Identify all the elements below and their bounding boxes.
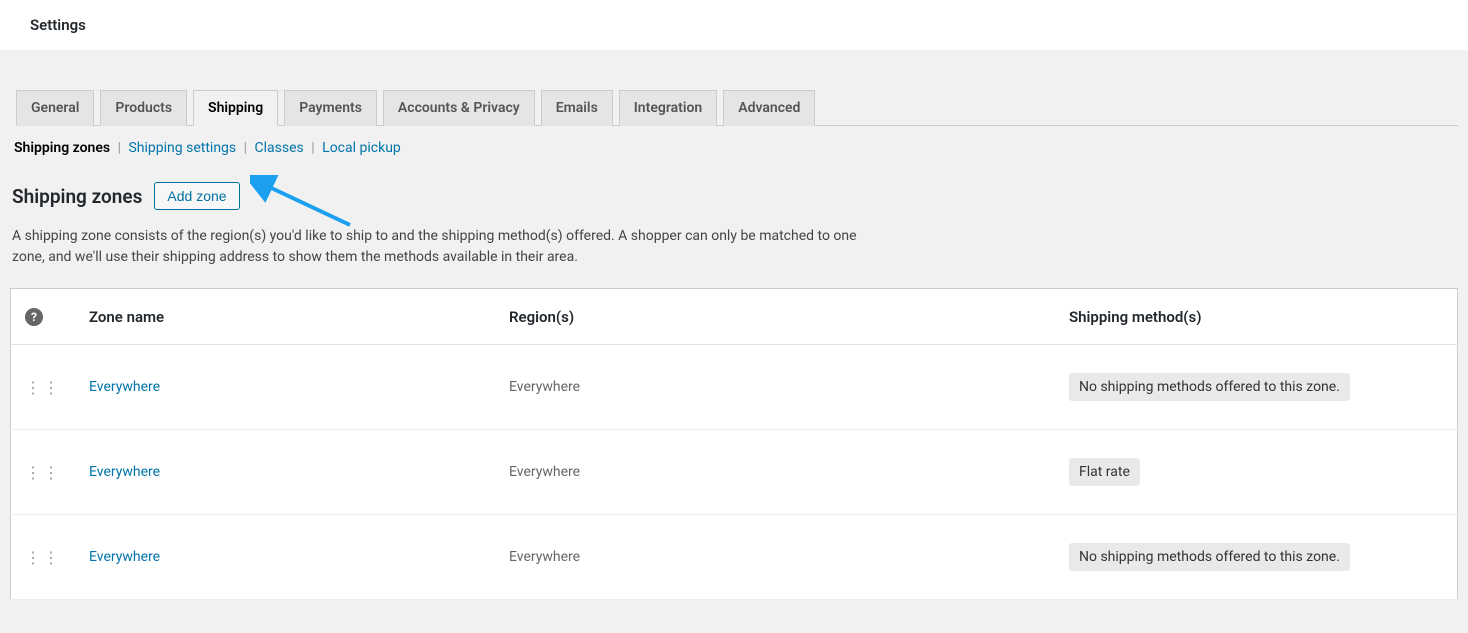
drag-handle-icon[interactable]: ⋮⋮ (25, 548, 61, 567)
heading-row: Shipping zones Add zone (10, 170, 1458, 218)
zone-region: Everywhere (495, 515, 1055, 600)
table-row: ⋮⋮ Everywhere Everywhere No shipping met… (11, 345, 1458, 430)
description-text: A shipping zone consists of the region(s… (10, 218, 890, 288)
zone-name-link[interactable]: Everywhere (89, 464, 160, 480)
drag-handle-icon[interactable]: ⋮⋮ (25, 378, 61, 397)
table-header-help: ? (11, 289, 76, 345)
subnav-shipping-settings[interactable]: Shipping settings (128, 140, 236, 156)
tab-products[interactable]: Products (100, 90, 187, 126)
table-row: ⋮⋮ Everywhere Everywhere Flat rate (11, 430, 1458, 515)
add-zone-button[interactable]: Add zone (154, 182, 239, 210)
method-badge: No shipping methods offered to this zone… (1069, 373, 1350, 401)
zone-name-link[interactable]: Everywhere (89, 379, 160, 395)
tab-advanced[interactable]: Advanced (723, 90, 815, 126)
zone-region: Everywhere (495, 345, 1055, 430)
page-header: Settings (0, 0, 1468, 50)
drag-handle-icon[interactable]: ⋮⋮ (25, 463, 61, 482)
method-badge: Flat rate (1069, 458, 1140, 486)
table-header-regions: Region(s) (495, 289, 1055, 345)
heading: Shipping zones (12, 185, 142, 208)
page-title: Settings (30, 16, 1438, 34)
tab-payments[interactable]: Payments (284, 90, 377, 126)
tab-shipping[interactable]: Shipping (193, 90, 278, 126)
subnav-local-pickup[interactable]: Local pickup (322, 140, 401, 156)
subnav-shipping-zones[interactable]: Shipping zones (14, 140, 110, 156)
tab-accounts-privacy[interactable]: Accounts & Privacy (383, 90, 535, 126)
shipping-subnav: Shipping zones | Shipping settings | Cla… (10, 126, 1458, 170)
tab-emails[interactable]: Emails (541, 90, 613, 126)
shipping-zones-table: ? Zone name Region(s) Shipping method(s)… (10, 288, 1458, 600)
zone-region: Everywhere (495, 430, 1055, 515)
subnav-classes[interactable]: Classes (255, 140, 304, 156)
tab-general[interactable]: General (16, 90, 94, 126)
help-icon[interactable]: ? (25, 308, 43, 326)
zone-name-link[interactable]: Everywhere (89, 549, 160, 565)
tab-integration[interactable]: Integration (619, 90, 717, 126)
table-header-zone-name: Zone name (75, 289, 495, 345)
table-header-methods: Shipping method(s) (1055, 289, 1458, 345)
settings-tabs: General Products Shipping Payments Accou… (16, 90, 1458, 126)
table-row: ⋮⋮ Everywhere Everywhere No shipping met… (11, 515, 1458, 600)
method-badge: No shipping methods offered to this zone… (1069, 543, 1350, 571)
